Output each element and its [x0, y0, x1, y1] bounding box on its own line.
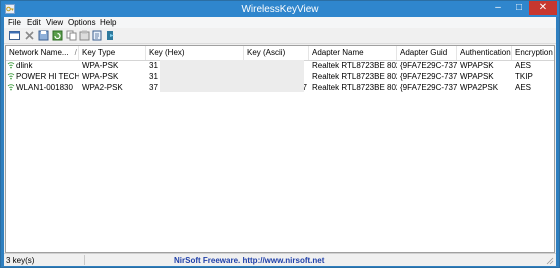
- cell-adapter-guid: {9FA7E29C-737A...: [400, 72, 457, 81]
- menu-bar: File Edit View Options Help: [4, 17, 556, 28]
- redacted-keys-area: [160, 60, 304, 92]
- wifi-signal-icon: [7, 84, 15, 91]
- cell-adapter-name: Realtek RTL8723BE 802.11...: [312, 83, 397, 92]
- nirsoft-link[interactable]: NirSoft Freeware. http://www.nirsoft.net: [174, 256, 324, 265]
- title-bar[interactable]: WirelessKeyView – □ ✕: [1, 1, 559, 17]
- status-bar: 3 key(s) NirSoft Freeware. http://www.ni…: [4, 253, 556, 266]
- menu-help[interactable]: Help: [100, 18, 116, 27]
- refresh-icon[interactable]: [52, 30, 63, 41]
- cell-key-type: WPA-PSK: [82, 72, 119, 81]
- table-header: Network Name... / Key Type Key (Hex) Key …: [6, 46, 554, 61]
- toolbar: [4, 29, 556, 44]
- wifi-signal-icon: [7, 73, 15, 80]
- cell-encryption: AES: [515, 61, 532, 70]
- cell-key-type: WPA-PSK: [82, 61, 119, 70]
- window-title: WirelessKeyView: [241, 4, 319, 15]
- close-button[interactable]: ✕: [529, 1, 557, 15]
- cell-encryption: TKIP: [515, 72, 533, 81]
- save-icon[interactable]: [38, 30, 49, 41]
- copy-icon[interactable]: [66, 30, 77, 41]
- cell-authentication: WPA2PSK: [460, 83, 499, 92]
- network-name: WLAN1-001830: [16, 83, 73, 92]
- menu-edit[interactable]: Edit: [27, 18, 41, 27]
- column-header-network-name[interactable]: Network Name... /: [6, 46, 79, 60]
- status-divider: [84, 255, 85, 265]
- column-header-key-type[interactable]: Key Type: [79, 46, 146, 60]
- cell-authentication: WPAPSK: [460, 61, 494, 70]
- menu-file[interactable]: File: [8, 18, 21, 27]
- sort-indicator: /: [74, 48, 77, 57]
- exit-icon[interactable]: [105, 30, 116, 41]
- column-header-key-hex[interactable]: Key (Hex): [146, 46, 244, 60]
- delete-icon[interactable]: [24, 30, 35, 41]
- properties-icon[interactable]: [9, 30, 20, 41]
- keys-table[interactable]: Network Name... / Key Type Key (Hex) Key …: [5, 45, 555, 253]
- cell-key-type: WPA2-PSK: [82, 83, 123, 92]
- report-icon[interactable]: [79, 30, 90, 41]
- cell-adapter-guid: {9FA7E29C-737A...: [400, 61, 457, 70]
- wifi-signal-icon: [7, 62, 15, 69]
- cell-authentication: WPAPSK: [460, 72, 494, 81]
- export-icon[interactable]: [92, 30, 103, 41]
- menu-view[interactable]: View: [46, 18, 63, 27]
- column-header-key-ascii[interactable]: Key (Ascii): [244, 46, 309, 60]
- cell-adapter-name: Realtek RTL8723BE 802.11...: [312, 61, 397, 70]
- cell-network-name: dlink: [6, 61, 79, 71]
- resize-grip-icon[interactable]: [546, 257, 554, 265]
- cell-network-name: WLAN1-001830: [6, 83, 79, 93]
- network-name: POWER HI TECH: [16, 72, 79, 81]
- column-header-adapter-name[interactable]: Adapter Name: [309, 46, 397, 60]
- minimize-button[interactable]: –: [488, 1, 508, 15]
- network-name: dlink: [16, 61, 33, 70]
- column-header-authentication[interactable]: Authentication: [457, 46, 512, 60]
- cell-network-name: POWER HI TECH: [6, 72, 79, 82]
- menu-options[interactable]: Options: [68, 18, 96, 27]
- client-area: File Edit View Options Help Network Name…: [4, 17, 556, 266]
- cell-adapter-guid: {9FA7E29C-737A...: [400, 83, 457, 92]
- column-header-encryption[interactable]: Encryption: [512, 46, 554, 60]
- cell-adapter-name: Realtek RTL8723BE 802.11...: [312, 72, 397, 81]
- key-count-status: 3 key(s): [6, 256, 35, 265]
- maximize-button[interactable]: □: [509, 1, 529, 15]
- cell-encryption: AES: [515, 83, 532, 92]
- app-window: WirelessKeyView – □ ✕ File Edit View Opt…: [0, 0, 560, 268]
- column-header-adapter-guid[interactable]: Adapter Guid: [397, 46, 457, 60]
